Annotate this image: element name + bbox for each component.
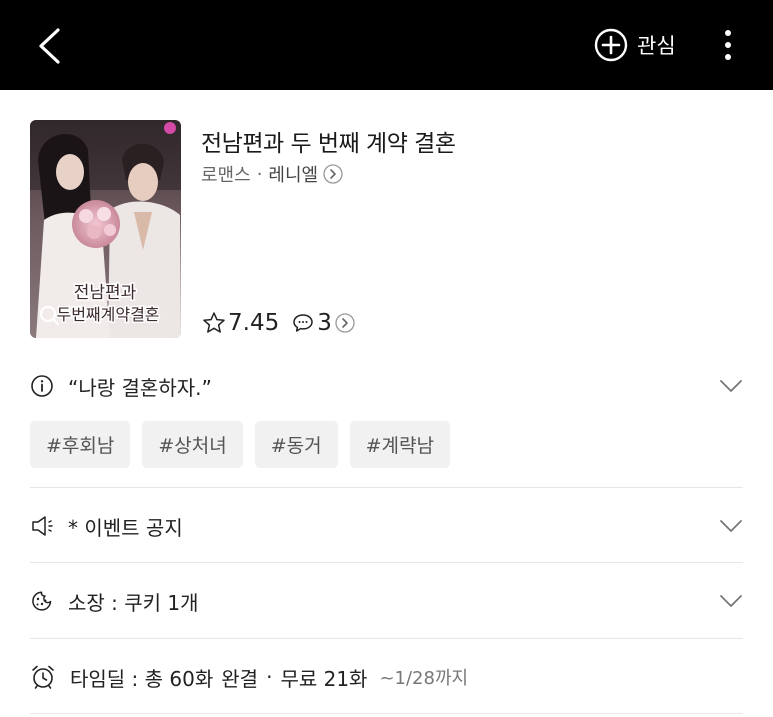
favorite-button[interactable]: 관심 bbox=[594, 28, 676, 62]
tag-chip[interactable]: #후회남 bbox=[30, 421, 131, 468]
chevron-down-icon[interactable] bbox=[719, 594, 743, 608]
comments-chevron-icon[interactable] bbox=[335, 313, 355, 333]
work-title: 전남편과 두 번째 계약 결혼 bbox=[201, 131, 456, 157]
divider bbox=[30, 638, 743, 639]
chevron-down-icon[interactable] bbox=[719, 519, 743, 533]
work-stats: 7.45 3 bbox=[202, 310, 355, 336]
divider bbox=[30, 713, 743, 714]
genre-label[interactable]: 로맨스 bbox=[201, 161, 251, 187]
timedeal-dot: · bbox=[266, 665, 273, 689]
svg-text:두번째계약결혼: 두번째계약결혼 bbox=[56, 305, 159, 324]
tag-chip[interactable]: #계략남 bbox=[349, 421, 451, 468]
favorite-label: 관심 bbox=[637, 34, 676, 58]
plus-circle-icon bbox=[594, 28, 628, 62]
owned-row[interactable]: 소장 : 쿠키 1개 bbox=[30, 583, 743, 619]
back-icon[interactable] bbox=[30, 24, 70, 68]
timedeal-free: 무료 21화 bbox=[280, 666, 368, 691]
divider bbox=[30, 487, 743, 488]
divider bbox=[30, 562, 743, 563]
comment-icon[interactable] bbox=[291, 311, 315, 335]
synopsis-text: “나랑 결혼하자.” bbox=[68, 375, 212, 400]
timedeal-until: ~1/28까지 bbox=[379, 668, 469, 689]
timedeal-prefix: 타임딜 : 총 60화 bbox=[70, 666, 214, 691]
cookie-icon bbox=[32, 591, 52, 611]
svg-text:전남편과: 전남편과 bbox=[74, 283, 137, 303]
info-icon bbox=[31, 375, 53, 397]
star-icon bbox=[203, 312, 225, 333]
tag-chip[interactable]: #상처녀 bbox=[142, 421, 243, 468]
chevron-down-icon[interactable] bbox=[719, 379, 743, 393]
owned-text: 소장 : 쿠키 1개 bbox=[68, 590, 199, 615]
event-row[interactable]: * 이벤트 공지 bbox=[30, 508, 743, 544]
work-meta: 로맨스 · 레니엘 bbox=[201, 161, 343, 187]
author-label[interactable]: 레니엘 bbox=[268, 161, 318, 187]
tag-chip[interactable]: #동거 bbox=[254, 421, 338, 468]
timedeal-row: 타임딜 : 총 60화 완결 · 무료 21화 ~1/28까지 bbox=[30, 659, 743, 695]
cover-image[interactable]: 전남편과 두번째계약결혼 bbox=[30, 120, 181, 338]
comment-count[interactable]: 3 bbox=[317, 310, 332, 336]
synopsis-row[interactable]: “나랑 결혼하자.” bbox=[30, 368, 743, 404]
tag-list: #후회남 #상처녀 #동거 #계략남 bbox=[30, 421, 462, 468]
more-options-icon[interactable] bbox=[716, 26, 740, 66]
megaphone-icon bbox=[32, 516, 53, 536]
alarm-clock-icon bbox=[32, 665, 54, 689]
timedeal-status: 완결 bbox=[221, 666, 259, 691]
meta-separator: · bbox=[256, 163, 263, 185]
author-chevron-icon[interactable] bbox=[323, 164, 343, 184]
event-text: * 이벤트 공지 bbox=[68, 515, 183, 540]
top-bar: 관심 bbox=[0, 0, 773, 90]
rating-value: 7.45 bbox=[228, 310, 280, 336]
